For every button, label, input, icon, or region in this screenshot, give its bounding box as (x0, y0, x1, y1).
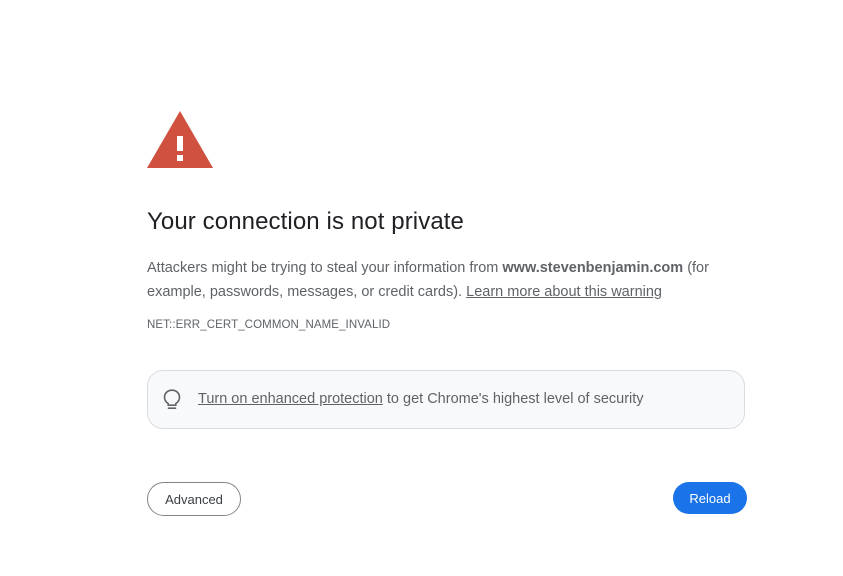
page-title: Your connection is not private (147, 208, 464, 235)
interstitial-page: Your connection is not private Attackers… (0, 0, 843, 576)
lightbulb-icon (163, 389, 181, 410)
enhanced-protection-promo: Turn on enhanced protection to get Chrom… (147, 370, 745, 429)
advanced-button[interactable]: Advanced (147, 482, 241, 516)
explanation-prefix: Attackers might be trying to steal your … (147, 260, 503, 276)
protection-description: to get Chrome's highest level of securit… (382, 391, 644, 407)
reload-button[interactable]: Reload (673, 482, 747, 514)
protection-text: Turn on enhanced protection to get Chrom… (198, 391, 644, 407)
warning-triangle-icon (147, 111, 213, 168)
enhanced-protection-link[interactable]: Turn on enhanced protection (198, 391, 383, 407)
site-hostname: www.stevenbenjamin.com (502, 260, 684, 276)
learn-more-link[interactable]: Learn more about this warning (466, 284, 662, 300)
explanation-text: Attackers might be trying to steal your … (147, 256, 747, 304)
error-code: NET::ERR_CERT_COMMON_NAME_INVALID (147, 319, 391, 331)
